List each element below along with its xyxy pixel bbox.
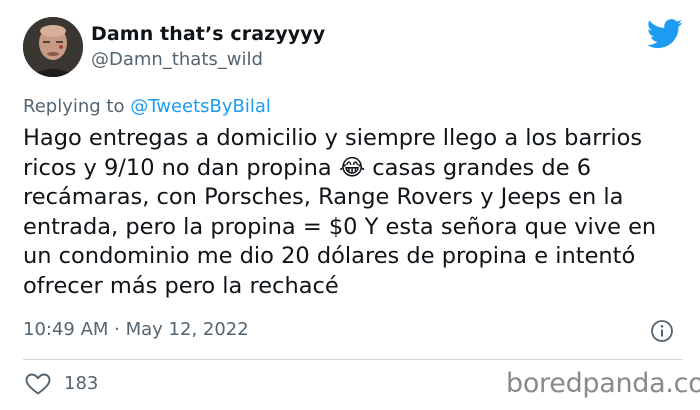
heart-icon[interactable] (25, 373, 51, 395)
user-handle[interactable]: @Damn_thats_wild (91, 49, 325, 70)
reply-mention-link[interactable]: @TweetsByBilal (130, 96, 271, 117)
twitter-bird-icon[interactable] (647, 19, 683, 49)
tweet-timestamp[interactable]: 10:49 AM · May 12, 2022 (23, 319, 249, 340)
author-names: Damn that’s crazyyyy @Damn_thats_wild (91, 23, 325, 70)
watermark: boredpanda.com (506, 368, 700, 399)
info-icon[interactable] (650, 319, 674, 343)
avatar-photo-icon (23, 17, 83, 77)
display-name[interactable]: Damn that’s crazyyyy (91, 23, 325, 45)
replying-prefix: Replying to (23, 96, 131, 117)
tweet-header: Damn that’s crazyyyy @Damn_thats_wild (23, 17, 683, 81)
like-count: 183 (64, 373, 99, 394)
avatar[interactable] (23, 17, 83, 77)
tweet-text: Hago entregas a domicilio y siempre lleg… (23, 125, 657, 299)
tweet-card: Damn that’s crazyyyy @Damn_thats_wild Re… (0, 0, 700, 410)
divider (23, 359, 683, 360)
replying-to: Replying to @TweetsByBilal (23, 96, 271, 117)
